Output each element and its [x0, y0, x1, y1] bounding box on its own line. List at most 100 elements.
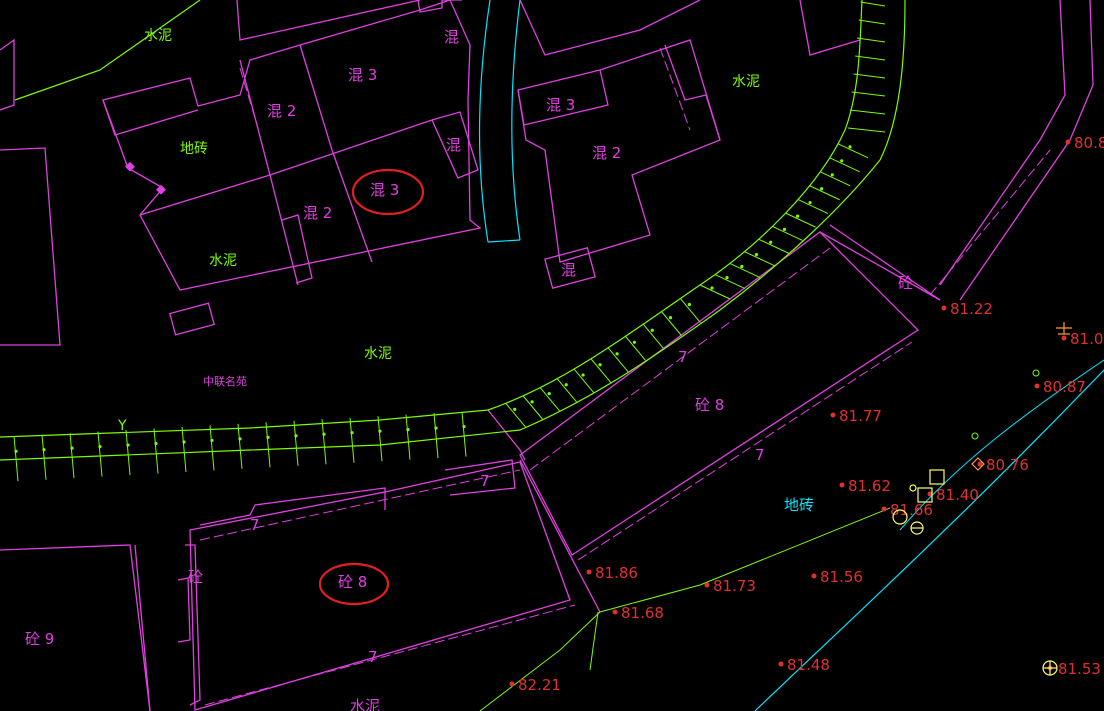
curb-dot	[70, 446, 74, 450]
round-symbol-icon	[909, 484, 917, 492]
curb-hatch-line	[237, 423, 243, 469]
elevation-e9: 81.66	[890, 501, 933, 519]
curb-dot	[98, 445, 102, 449]
curb-dot	[182, 440, 186, 444]
curb-hatch-line	[837, 143, 869, 159]
block-conc8-circled	[189, 461, 571, 711]
building-left	[0, 147, 61, 346]
curb-dot	[126, 443, 130, 447]
elevation-e12: 81.56	[820, 568, 863, 586]
curb-hatch-line	[461, 411, 467, 457]
curb-dot	[210, 438, 214, 443]
highlight-marks	[318, 168, 425, 606]
curb-dots	[14, 145, 852, 453]
label-mud-c: 混	[446, 136, 461, 154]
elevation-e10: 81.86	[595, 564, 638, 582]
building-top-cluster	[236, 0, 421, 41]
curb-hatch-line	[590, 358, 612, 384]
label-conc-corner: 砼	[898, 274, 913, 292]
curb-dot	[406, 428, 410, 432]
curb-hatch-line	[522, 395, 544, 421]
label-conc8-circled: 砼 8	[338, 573, 367, 591]
curb-dot	[830, 173, 834, 177]
curb-hatch-line	[661, 311, 682, 336]
curb-hatch-line	[829, 157, 860, 173]
elevation-e11: 81.73	[713, 577, 756, 595]
block-conc9	[0, 544, 151, 711]
label-mud2-b: 混 2	[303, 204, 332, 222]
label-seven-e: 7	[368, 648, 378, 666]
elevation-e8: 81.40	[936, 486, 979, 504]
curb-hatch-line	[181, 426, 187, 473]
curb-hatch-line	[625, 335, 646, 361]
curb-hatch-line	[433, 413, 439, 459]
curb-hatch-line	[855, 55, 886, 61]
curb-hatch-line	[851, 91, 886, 97]
map-symbols	[892, 322, 1072, 676]
curb-dot	[14, 449, 18, 453]
curb-hatch-line	[642, 323, 664, 349]
curb-dot	[782, 227, 787, 231]
curb-dot	[668, 316, 673, 320]
green-small-circles	[971, 369, 1040, 440]
label-mud-b: 混	[444, 28, 459, 46]
curb-hatch-line	[853, 73, 886, 79]
label-cement-yard: 水泥	[364, 346, 392, 362]
elevation-e4: 80.87	[1043, 378, 1086, 396]
curb-hatch-line	[797, 199, 829, 214]
label-mud2-right: 混 2	[592, 144, 621, 162]
curb-hatch-line	[849, 109, 886, 115]
label-brick: 地砖	[180, 141, 208, 157]
label-mud3-a: 混 3	[348, 66, 377, 84]
curb-dot	[42, 448, 46, 452]
curb-hatch-line	[556, 378, 578, 404]
curb-lines	[0, 0, 906, 461]
curb-dot	[378, 429, 382, 433]
label-seven-a: 7	[678, 348, 688, 366]
curb-hatch-line	[860, 1, 886, 7]
curb-hatch-line	[809, 185, 840, 201]
curb-hatch-line	[573, 368, 595, 394]
curb-dot	[687, 302, 691, 307]
label-conc-side: 砼	[188, 568, 203, 586]
curb-dot	[796, 214, 800, 218]
curb-dot	[154, 441, 158, 446]
curb-dot	[598, 363, 602, 367]
curb-dot	[581, 373, 585, 377]
label-mud3-right: 混 3	[546, 96, 575, 114]
elevation-e7: 81.62	[848, 477, 891, 495]
curb-hatch-line	[505, 403, 527, 428]
curb-hatch-line	[699, 284, 731, 300]
curb-dot	[740, 264, 744, 269]
curb-hatch-line	[209, 425, 215, 471]
curb-dot	[564, 383, 568, 387]
label-conc8-right: 砼 8	[695, 396, 724, 414]
label-cement-mid: 水泥	[209, 253, 237, 269]
curb-dot	[266, 435, 270, 439]
curb-hatch-line	[377, 416, 383, 462]
building-far-right	[939, 0, 1066, 286]
curb-dot	[710, 286, 714, 290]
curb-dot	[808, 200, 812, 205]
curb-dot	[294, 434, 298, 438]
curb-hatch-line	[785, 212, 816, 228]
curb-dot	[462, 424, 466, 429]
curb-hatch-line	[729, 262, 761, 278]
curb-hatch-line	[744, 251, 775, 267]
curb-dot	[238, 437, 242, 441]
elevation-e5: 81.77	[839, 407, 882, 425]
mark-y: Y	[117, 418, 127, 434]
curb-dot	[840, 159, 844, 163]
label-cement-right: 水泥	[732, 74, 760, 90]
curb-dot	[322, 432, 326, 436]
curb-dot	[754, 253, 759, 257]
cad-map-canvas: 水泥 混 3 混 2 混 地砖 混 3 混 混 2 水泥 水泥 混 3 混 2 …	[0, 0, 1104, 711]
curb-hatch-line	[321, 419, 327, 465]
curb-hatch-line	[820, 171, 851, 187]
label-seven-b: 7	[755, 446, 765, 464]
curb-hatch-line	[758, 238, 789, 254]
label-cement-bottom: 水泥	[350, 697, 380, 711]
curb-hatch-line	[97, 431, 103, 477]
curb-hatch-line	[680, 298, 701, 323]
elevation-e16: 81.53	[1058, 660, 1101, 678]
